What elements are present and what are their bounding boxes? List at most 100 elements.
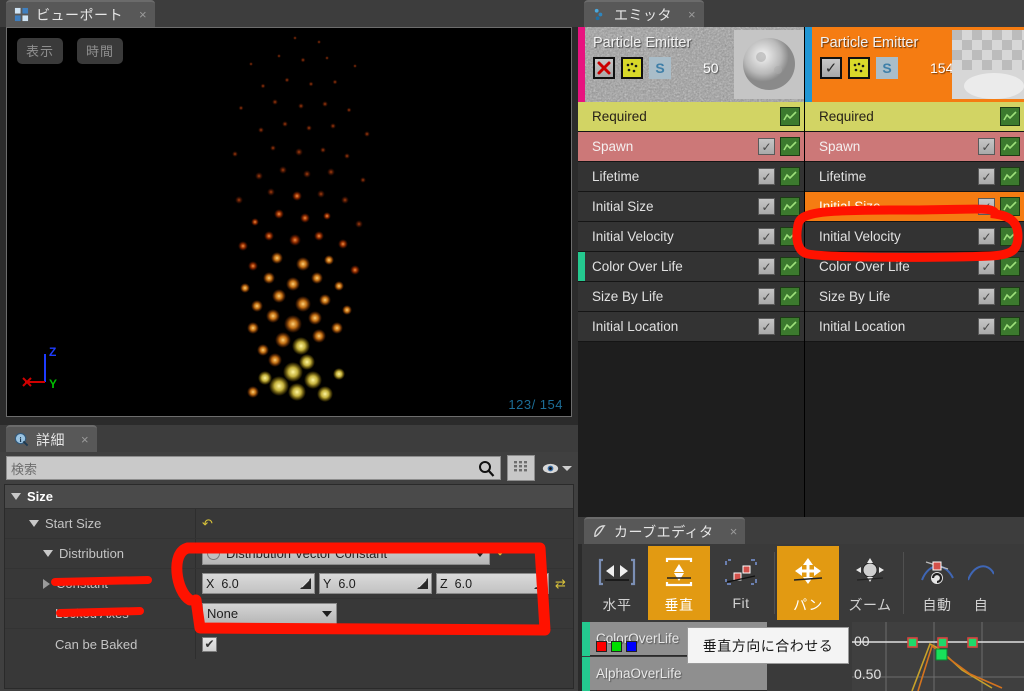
curve-plot-area[interactable]: 00 0.50 [852,622,1024,691]
emitter-header-1[interactable]: Particle Emitter S 50 [578,27,804,102]
module-enable-checkbox[interactable]: ✓ [978,318,995,335]
module-enable-checkbox[interactable]: ✓ [978,168,995,185]
tool-auto-tangent[interactable]: 自動 [906,546,968,620]
reset-icon[interactable]: ↶ [497,546,508,562]
property-row-start-size[interactable]: Start Size ↶ [5,509,573,539]
module-row-initial-velocity[interactable]: Initial Velocity ✓ [578,222,804,252]
tab-curve-editor[interactable]: カーブエディタ × [584,517,746,544]
viewport-display-button[interactable]: 表示 [17,38,64,64]
module-graph-icon[interactable] [1000,107,1020,126]
drag-handle-icon[interactable] [534,578,545,589]
module-graph-icon[interactable] [780,227,800,246]
emitter-column-2[interactable]: Particle Emitter ✓ S 154 Required Spawn … [805,27,1024,517]
module-row-initial-location[interactable]: Initial Location ✓ [578,312,804,342]
property-row-constant[interactable]: Constant X 6.0 Y 6.0 Z 6.0 ⇄ [5,569,573,599]
module-row-initial-size[interactable]: Initial Size ✓ [578,192,804,222]
module-enable-checkbox[interactable]: ✓ [978,228,995,245]
emitter-solo-toggle[interactable]: S [876,57,898,79]
module-row-size-by-life[interactable]: Size By Life ✓ [578,282,804,312]
module-row-lifetime[interactable]: Lifetime ✓ [578,162,804,192]
module-row-initial-velocity[interactable]: Initial Velocity ✓ [805,222,1024,252]
module-row-spawn[interactable]: Spawn ✓ [805,132,1024,162]
module-row-color-over-life[interactable]: Color Over Life ✓ [578,252,804,282]
module-graph-icon[interactable] [780,317,800,336]
module-graph-icon[interactable] [780,257,800,276]
tool-auto-clamp[interactable]: 自 [968,546,994,620]
module-row-size-by-life[interactable]: Size By Life ✓ [805,282,1024,312]
search-input[interactable]: 検索 [6,456,501,480]
module-graph-icon[interactable] [780,197,800,216]
module-enable-checkbox[interactable]: ✓ [758,168,775,185]
module-enable-checkbox[interactable]: ✓ [758,318,775,335]
tab-details[interactable]: i 詳細 × [6,425,97,452]
emitter-header-2[interactable]: Particle Emitter ✓ S 154 [805,27,1024,102]
module-enable-checkbox[interactable]: ✓ [758,288,775,305]
property-row-distribution[interactable]: Distribution Distribution Vector Constan… [5,539,573,569]
module-graph-icon[interactable] [1000,197,1020,216]
emitter-detail-toggle[interactable] [621,57,643,79]
module-row-required[interactable]: Required [578,102,804,132]
module-graph-icon[interactable] [1000,287,1020,306]
module-row-required[interactable]: Required [805,102,1024,132]
module-enable-checkbox[interactable]: ✓ [978,198,995,215]
module-graph-icon[interactable] [1000,317,1020,336]
module-row-lifetime[interactable]: Lifetime ✓ [805,162,1024,192]
vector-y-field[interactable]: Y 6.0 [319,573,432,594]
can-be-baked-checkbox[interactable]: ✔ [202,636,217,652]
module-graph-icon[interactable] [780,137,800,156]
drag-handle-icon[interactable] [300,578,311,589]
emitter-column-1[interactable]: Particle Emitter S 50 Required Spawn ✓ L… [578,27,805,517]
vector-z-field[interactable]: Z 6.0 [436,573,549,594]
tool-fit-selection[interactable]: Fit [710,546,772,620]
module-enable-checkbox[interactable]: ✓ [758,138,775,155]
property-row-can-be-baked[interactable]: Can be Baked ✔ [5,629,573,659]
viewport-canvas[interactable]: 表示 時間 Z Y 123/ 154 [6,27,572,417]
swatch-red[interactable] [596,641,607,652]
search-icon[interactable] [478,460,495,477]
viewport-time-button[interactable]: 時間 [77,38,124,64]
tool-fit-horizontal[interactable]: 水平 [586,546,648,620]
module-graph-icon[interactable] [1000,257,1020,276]
module-graph-icon[interactable] [780,167,800,186]
tool-fit-vertical[interactable]: 垂直 [648,546,710,620]
swatch-green[interactable] [611,641,622,652]
close-icon[interactable]: × [730,525,738,538]
module-graph-icon[interactable] [780,107,800,126]
module-enable-checkbox[interactable]: ✓ [758,258,775,275]
module-enable-checkbox[interactable]: ✓ [978,258,995,275]
emitter-solo-toggle[interactable]: S [649,57,671,79]
vector-x-field[interactable]: X 6.0 [202,573,315,594]
module-graph-icon[interactable] [1000,227,1020,246]
module-enable-checkbox[interactable]: ✓ [978,138,995,155]
module-graph-icon[interactable] [1000,167,1020,186]
column-view-button[interactable] [507,455,535,481]
module-row-initial-location[interactable]: Initial Location ✓ [805,312,1024,342]
emitter-enabled-toggle[interactable] [593,57,615,79]
drag-handle-icon[interactable] [417,578,428,589]
emitter-enabled-toggle[interactable]: ✓ [820,57,842,79]
emitter-detail-toggle[interactable] [848,57,870,79]
module-enable-checkbox[interactable]: ✓ [758,198,775,215]
distribution-dropdown[interactable]: Distribution Vector Constant [202,542,490,565]
tool-pan[interactable]: パン [777,546,839,620]
close-icon[interactable]: × [81,433,89,446]
visibility-filter-button[interactable] [542,455,572,481]
module-row-initial-size[interactable]: Initial Size ✓ [805,192,1024,222]
module-graph-icon[interactable] [1000,137,1020,156]
reset-icon[interactable]: ⇄ [555,576,566,592]
close-icon[interactable]: × [139,8,147,21]
tool-zoom[interactable]: ズーム [839,546,901,620]
reset-icon[interactable]: ↶ [202,516,213,532]
module-row-color-over-life[interactable]: Color Over Life ✓ [805,252,1024,282]
locked-axes-dropdown[interactable]: None [202,602,337,625]
module-enable-checkbox[interactable]: ✓ [978,288,995,305]
module-row-spawn[interactable]: Spawn ✓ [578,132,804,162]
property-category-size[interactable]: Size [5,485,573,509]
close-icon[interactable]: × [688,8,696,21]
tab-viewport[interactable]: ビューポート × [6,0,155,27]
module-graph-icon[interactable] [780,287,800,306]
tab-emitter[interactable]: エミッタ × [584,0,704,27]
property-row-locked-axes[interactable]: Locked Axes None [5,599,573,629]
module-enable-checkbox[interactable]: ✓ [758,228,775,245]
swatch-blue[interactable] [626,641,637,652]
